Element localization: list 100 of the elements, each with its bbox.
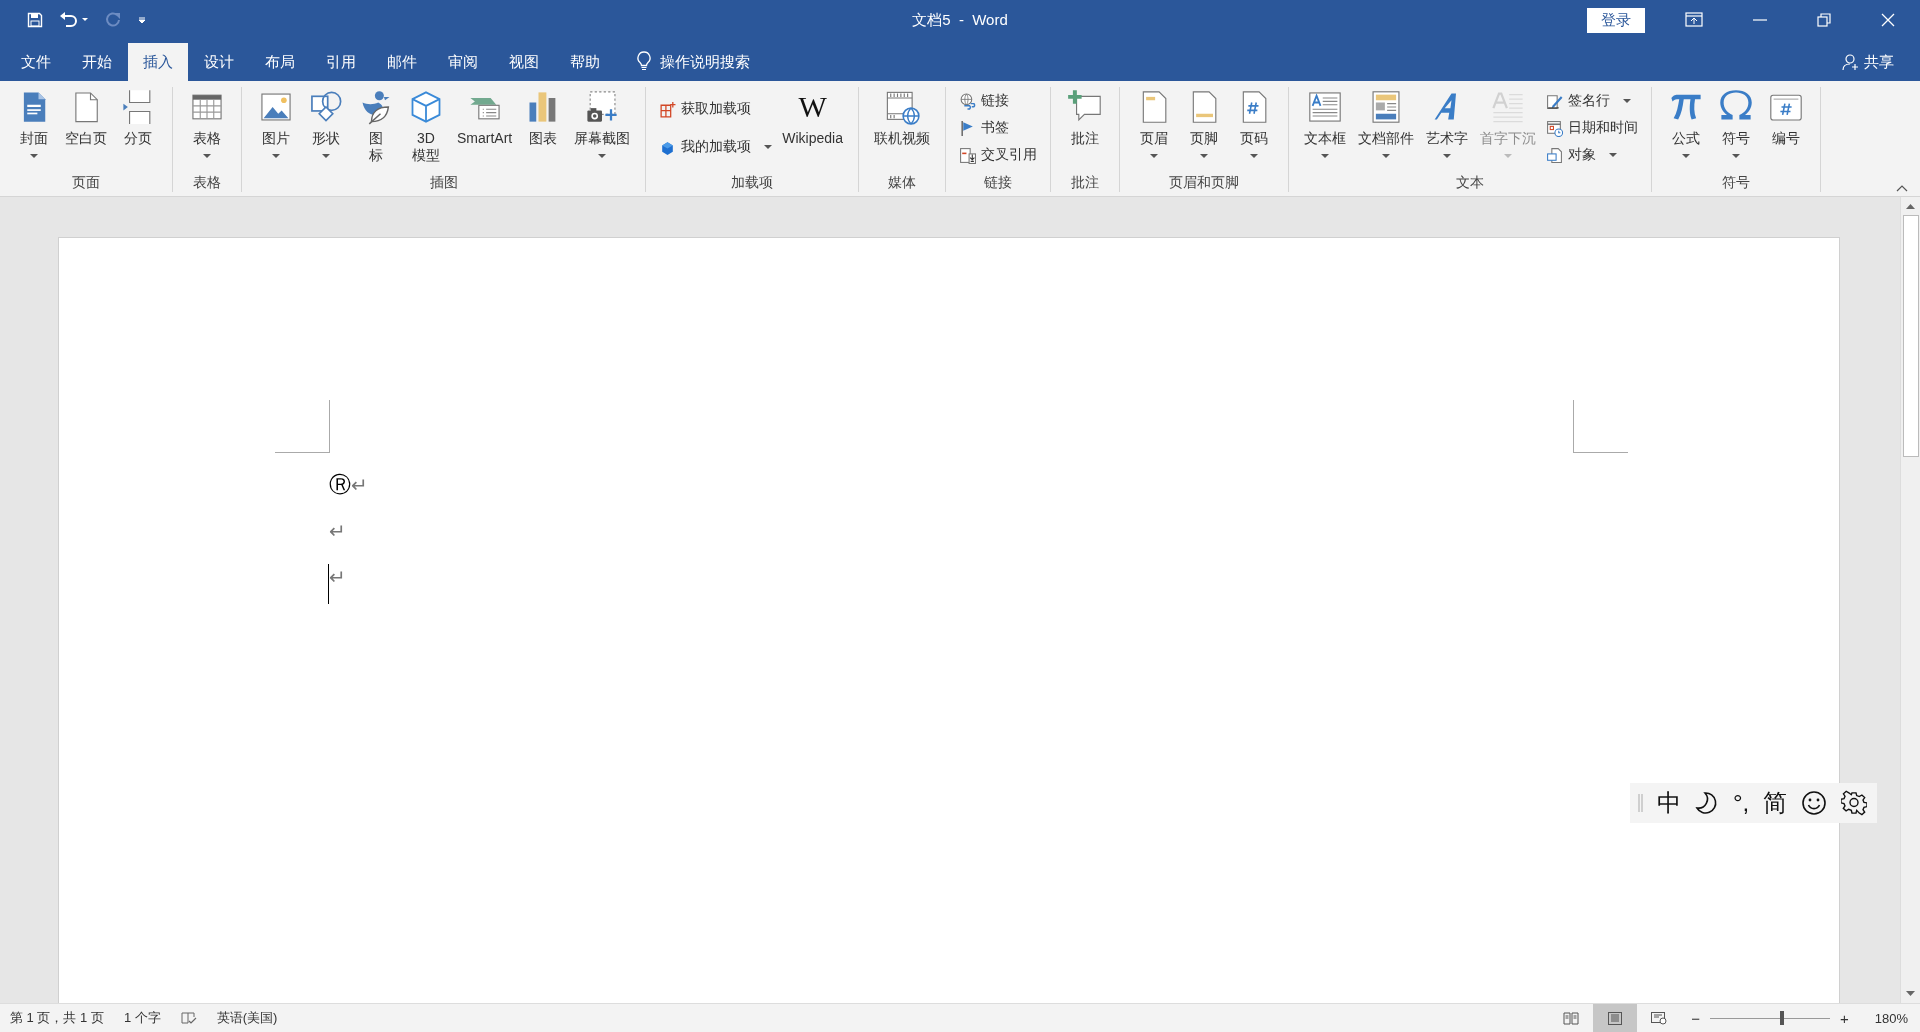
share-button[interactable]: 共享 (1864, 43, 1894, 81)
ribbon-button[interactable]: 屏幕截图 (568, 87, 637, 161)
ribbon-button[interactable]: 文档部件 (1351, 87, 1420, 161)
simplified-chinese-button[interactable]: 简 (1763, 787, 1788, 819)
paragraph-mark: ↵ (351, 474, 368, 497)
ribbon-tab[interactable]: 文件 (6, 43, 66, 81)
vertical-scrollbar[interactable] (1900, 197, 1920, 1003)
ribbon-tab[interactable]: 引用 (311, 43, 371, 81)
ribbon-tab[interactable]: 开始 (67, 43, 127, 81)
ribbon-button[interactable]: 形状 (301, 87, 351, 161)
ime-mode-button[interactable]: 中 (1657, 787, 1681, 819)
ribbon-tab[interactable]: 邮件 (372, 43, 432, 81)
lightbulb-icon[interactable] (636, 51, 652, 71)
caret-icon (1503, 154, 1512, 159)
word-count[interactable]: 1 个字 (123, 1009, 161, 1027)
caret-icon (598, 154, 607, 159)
caret-icon (1608, 152, 1617, 158)
scroll-up-icon[interactable] (1906, 203, 1915, 209)
caret-icon (203, 154, 211, 159)
ribbon-button[interactable]: 批注 (1059, 87, 1110, 149)
ribbon-button[interactable]: 图 标 (351, 87, 401, 166)
ribbon-small-button[interactable]: 链接 (954, 89, 1041, 113)
ribbon-small-button[interactable]: 获取加载项 (655, 97, 777, 121)
print-layout-button[interactable] (1593, 1004, 1638, 1032)
ribbon-button[interactable]: 3D 模型 (401, 87, 451, 166)
language-indicator[interactable]: 英语(美国) (216, 1009, 278, 1027)
tell-me-search[interactable]: 操作说明搜索 (660, 43, 750, 81)
proofing-book-icon[interactable] (180, 1011, 197, 1025)
customize-caret-icon[interactable] (137, 15, 147, 25)
settings-icon[interactable] (1841, 790, 1868, 816)
ribbon-group-label: 加载项 (730, 174, 775, 192)
ribbon-button[interactable]: 编号 (1760, 87, 1811, 149)
calendar-clock-icon (1545, 119, 1563, 137)
ribbon-small-button[interactable]: 交叉引用 (954, 143, 1041, 167)
zoom-slider[interactable] (1710, 1010, 1830, 1026)
caret-icon (1149, 154, 1158, 159)
ribbon-tab[interactable]: 插入 (128, 43, 188, 81)
ribbon-small-button[interactable]: 我的加载项 (655, 135, 777, 159)
ribbon-display-options-icon[interactable] (1685, 12, 1703, 28)
ribbon-button[interactable]: 页脚 (1178, 87, 1229, 161)
cross-reference-icon (958, 146, 976, 164)
text-box-icon (1306, 89, 1343, 125)
zoom-in-button[interactable]: + (1840, 1009, 1849, 1027)
ribbon-small-button[interactable]: 书签 (954, 116, 1041, 140)
caret-icon (272, 154, 280, 159)
ribbon-button[interactable]: 图表 (518, 87, 569, 149)
ribbon-tab[interactable]: 布局 (250, 43, 310, 81)
ribbon-button[interactable]: 艺术字 (1419, 87, 1474, 161)
ribbon-group-label: 页面 (71, 174, 101, 192)
scroll-down-icon[interactable] (1906, 991, 1915, 997)
ribbon-tab[interactable]: 审阅 (433, 43, 493, 81)
drop-cap-icon (1489, 89, 1526, 125)
ribbon-button[interactable]: 图片 (251, 87, 301, 161)
login-button[interactable]: 登录 (1587, 7, 1645, 33)
button-label-line: 标 (369, 147, 383, 164)
paragraph-mark: ↵ (329, 519, 346, 543)
ribbon-tab[interactable]: 视图 (494, 43, 554, 81)
zoom-level[interactable]: 180% (1874, 1010, 1908, 1026)
ribbon-button[interactable]: 符号 (1710, 87, 1761, 161)
ribbon-button[interactable]: SmartArt (451, 87, 519, 149)
share-person-icon[interactable] (1842, 53, 1860, 71)
ribbon-small-button[interactable]: 对象 (1541, 143, 1642, 167)
ribbon-button[interactable]: 表格 (182, 87, 232, 161)
ribbon-button[interactable]: 文本框 (1297, 87, 1352, 161)
caret-icon (1249, 154, 1258, 159)
save-icon[interactable] (27, 12, 43, 28)
wikipedia-button[interactable]: W Wikipedia (776, 87, 849, 149)
caret-icon (1731, 154, 1740, 159)
scrollbar-thumb[interactable] (1902, 215, 1919, 457)
ribbon-button[interactable]: 页码 (1228, 87, 1279, 161)
button-label-line: 3D (417, 130, 435, 147)
page-count[interactable]: 第 1 页，共 1 页 (10, 1009, 104, 1027)
ribbon-button[interactable]: 封面 (9, 87, 59, 161)
ribbon-button[interactable]: 分页 (113, 87, 163, 149)
ribbon-button[interactable]: 空白页 (59, 87, 113, 149)
paragraph-mark: ↵ (329, 565, 346, 589)
ribbon-tab[interactable]: 帮助 (555, 43, 615, 81)
ribbon-tab[interactable]: 设计 (189, 43, 249, 81)
close-icon[interactable] (1881, 13, 1895, 27)
ribbon-button[interactable]: 页眉 (1128, 87, 1179, 161)
ribbon-button[interactable]: 联机视频 (867, 87, 936, 149)
punctuation-button[interactable]: °, (1733, 789, 1750, 817)
caret-icon (30, 154, 38, 159)
caret-icon (1381, 154, 1390, 159)
toolbar-grip-icon[interactable] (1638, 793, 1643, 813)
zoom-slider-thumb[interactable] (1780, 1011, 1784, 1025)
zoom-out-button[interactable]: − (1691, 1009, 1700, 1027)
caret-icon (322, 154, 330, 159)
ribbon-group-label: 页眉和页脚 (1167, 174, 1240, 192)
restore-icon[interactable] (1817, 13, 1831, 27)
ribbon-small-button[interactable]: 日期和时间 (1541, 116, 1642, 140)
crescent-moon-icon[interactable] (1695, 791, 1719, 815)
ribbon-small-button[interactable]: 签名行 (1541, 89, 1642, 113)
collapse-ribbon-icon[interactable] (1896, 184, 1908, 192)
undo-icon[interactable] (59, 12, 89, 28)
open-book-icon (1563, 1011, 1580, 1025)
ribbon-button[interactable]: 公式 (1660, 87, 1711, 161)
ribbon-group-label: 符号 (1720, 174, 1751, 192)
smiley-icon[interactable] (1801, 790, 1828, 816)
link-globe-icon (958, 92, 976, 110)
